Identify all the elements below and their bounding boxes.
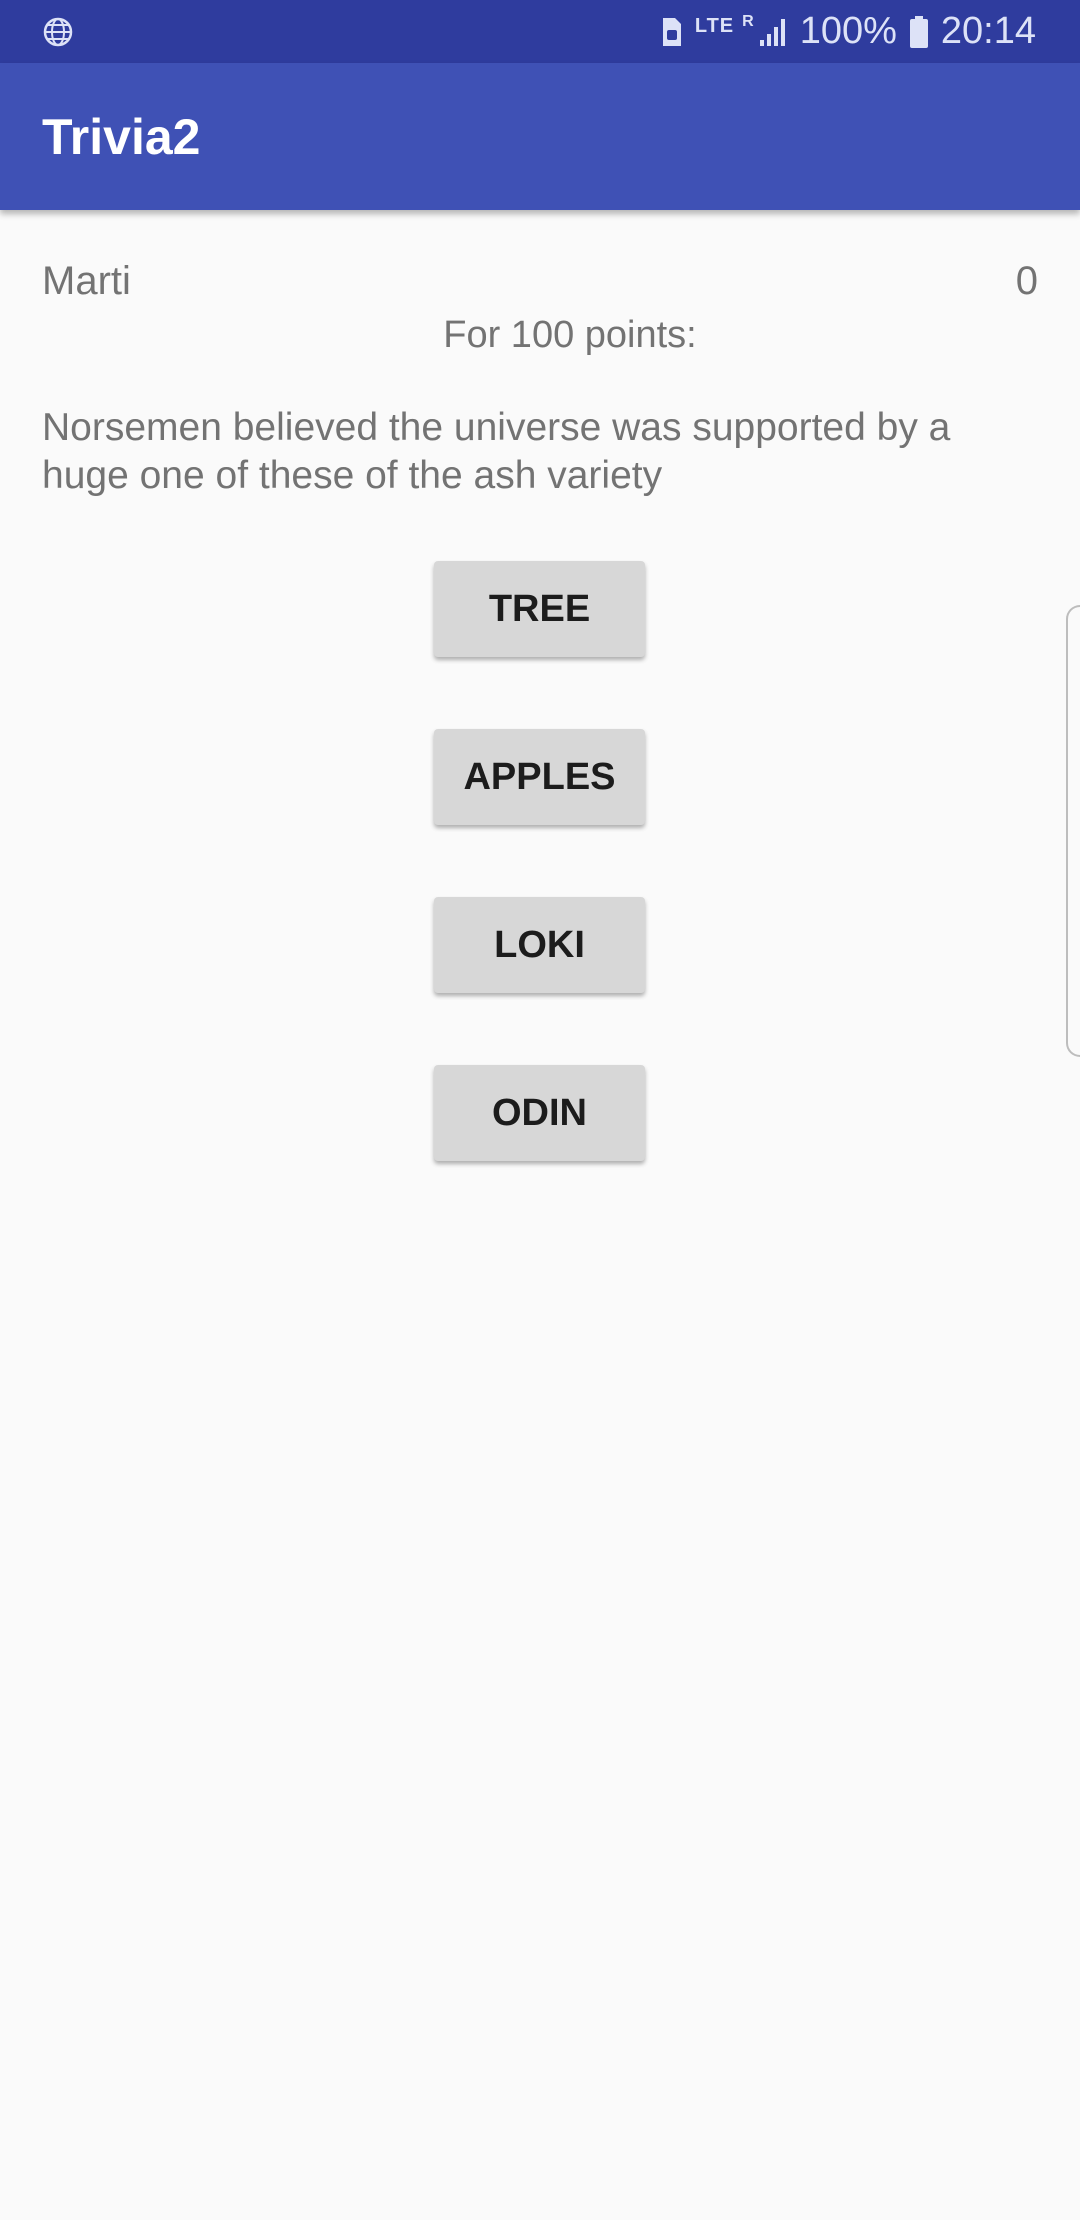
signal-icon: R: [742, 13, 788, 48]
answer-button-apples[interactable]: APPLES: [434, 729, 645, 825]
status-icons: LTE R 100% 20:14: [659, 0, 1036, 63]
clock: 20:14: [940, 10, 1036, 52]
network-type-label: LTE: [694, 14, 735, 37]
answer-button-odin[interactable]: ODIN: [434, 1065, 645, 1161]
status-bar: LTE R 100% 20:14: [0, 0, 1080, 63]
battery-percent: 100%: [799, 10, 897, 52]
roaming-label: R: [742, 12, 754, 30]
player-name: Marti: [42, 259, 131, 303]
points-label: For 100 points:: [443, 314, 697, 356]
app-bar: Trivia2: [0, 63, 1080, 210]
app-title: Trivia2: [42, 109, 201, 165]
lte-icon: LTE: [695, 16, 734, 42]
battery-icon: [909, 15, 929, 49]
globe-icon: [42, 16, 74, 48]
answer-button-tree[interactable]: TREE: [434, 561, 645, 657]
sim-card-icon: [659, 16, 683, 48]
question-text: Norsemen believed the universe was suppo…: [42, 406, 951, 497]
edge-panel-handle[interactable]: [1066, 605, 1080, 1057]
score: 0: [1015, 259, 1038, 303]
answer-button-loki[interactable]: LOKI: [434, 897, 645, 993]
